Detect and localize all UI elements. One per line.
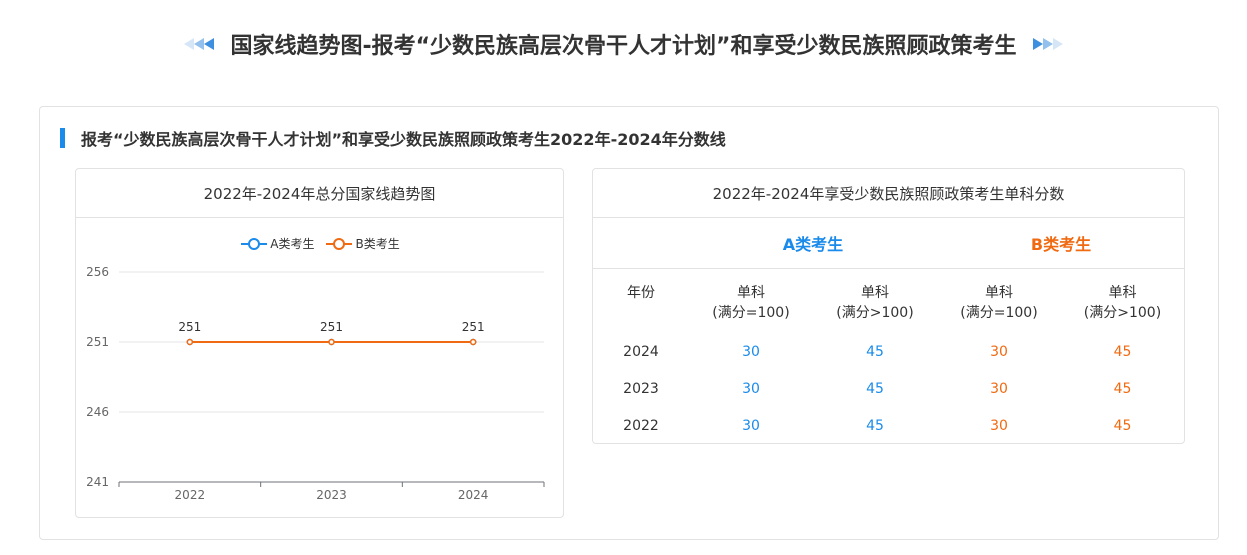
data-label: 251 <box>178 320 201 334</box>
y-tick-label: 251 <box>86 335 109 349</box>
data-point <box>469 338 477 346</box>
group-a-label: A类考生 <box>782 235 844 254</box>
single-subject-panel: 2022年-2024年享受少数民族照顾政策考生单科分数 A类考生 B类考生 年份… <box>592 168 1185 444</box>
table-header-row: 年份 单科 (满分=100) 单科 (满分>100) 单科 (满分=100) 单科 (满… <box>593 269 1184 333</box>
x-tick-label: 2022 <box>175 488 206 502</box>
cell-b1: 30 <box>990 343 1008 360</box>
section-accent-bar <box>60 128 65 148</box>
cell-a2: 45 <box>866 343 884 360</box>
cell-b1: 30 <box>990 417 1008 434</box>
table-row: 2023 30 45 30 45 <box>593 370 1184 407</box>
y-tick-label: 241 <box>86 475 109 489</box>
x-tick-label: 2023 <box>316 488 347 502</box>
y-tick-label: 256 <box>86 265 109 279</box>
data-point <box>186 338 194 346</box>
header-a-full100: 单科 (满分=100) <box>712 285 790 321</box>
cell-a2: 45 <box>866 380 884 397</box>
cell-a1: 30 <box>742 343 760 360</box>
table-panel-title: 2022年-2024年享受少数民族照顾政策考生单科分数 <box>593 169 1184 218</box>
page-header: 国家线趋势图-报考“少数民族高层次骨干人才计划”和享受少数民族照顾政策考生 <box>0 22 1247 66</box>
header-b-over100: 单科 (满分>100) <box>1083 285 1162 321</box>
group-b-label: B类考生 <box>1030 235 1092 254</box>
cell-a2: 45 <box>866 417 884 434</box>
score-card: 报考“少数民族高层次骨干人才计划”和享受少数民族照顾政策考生2022年-2024… <box>39 106 1219 540</box>
cell-year: 2023 <box>623 380 659 397</box>
header-a-over100: 单科 (满分>100) <box>836 285 914 321</box>
trend-chart-panel: 2022年-2024年总分国家线趋势图 A类考生 B类考生 241 246 251 2… <box>75 168 564 518</box>
cell-b2: 45 <box>1113 343 1132 360</box>
y-tick-label: 246 <box>86 405 109 419</box>
section-heading: 报考“少数民族高层次骨干人才计划”和享受少数民族照顾政策考生2022年-2024… <box>60 127 726 149</box>
chart-panel-title: 2022年-2024年总分国家线趋势图 <box>76 169 563 218</box>
cell-b2: 45 <box>1113 380 1132 397</box>
left-arrows-icon <box>184 38 215 50</box>
trend-line-chart: 241 246 251 256 2022 2023 2024 251 251 251 <box>86 265 545 502</box>
header-b-full100: 单科 (满分=100) <box>960 285 1038 321</box>
table-row: 2022 30 45 30 45 <box>593 407 1184 444</box>
cell-b2: 45 <box>1113 417 1132 434</box>
right-arrows-icon <box>1032 38 1063 50</box>
table-row: 2024 30 45 30 45 <box>593 333 1184 370</box>
data-point <box>328 338 335 346</box>
score-table: 年份 单科 (满分=100) 单科 (满分>100) 单科 (满分=100) 单科 (满… <box>593 269 1184 444</box>
cell-year: 2024 <box>623 343 659 360</box>
cell-a1: 30 <box>742 417 760 434</box>
header-year: 年份 <box>627 285 655 301</box>
section-title: 报考“少数民族高层次骨干人才计划”和享受少数民族照顾政策考生2022年-2024… <box>81 130 726 149</box>
x-tick-label: 2024 <box>458 488 489 502</box>
data-label: 251 <box>462 320 485 334</box>
page-title: 国家线趋势图-报考“少数民族高层次骨干人才计划”和享受少数民族照顾政策考生 <box>230 34 1017 59</box>
cell-b1: 30 <box>990 380 1008 397</box>
data-label: 251 <box>320 320 343 334</box>
group-header-row: A类考生 B类考生 <box>593 218 1184 269</box>
cell-a1: 30 <box>742 380 760 397</box>
cell-year: 2022 <box>623 417 659 434</box>
